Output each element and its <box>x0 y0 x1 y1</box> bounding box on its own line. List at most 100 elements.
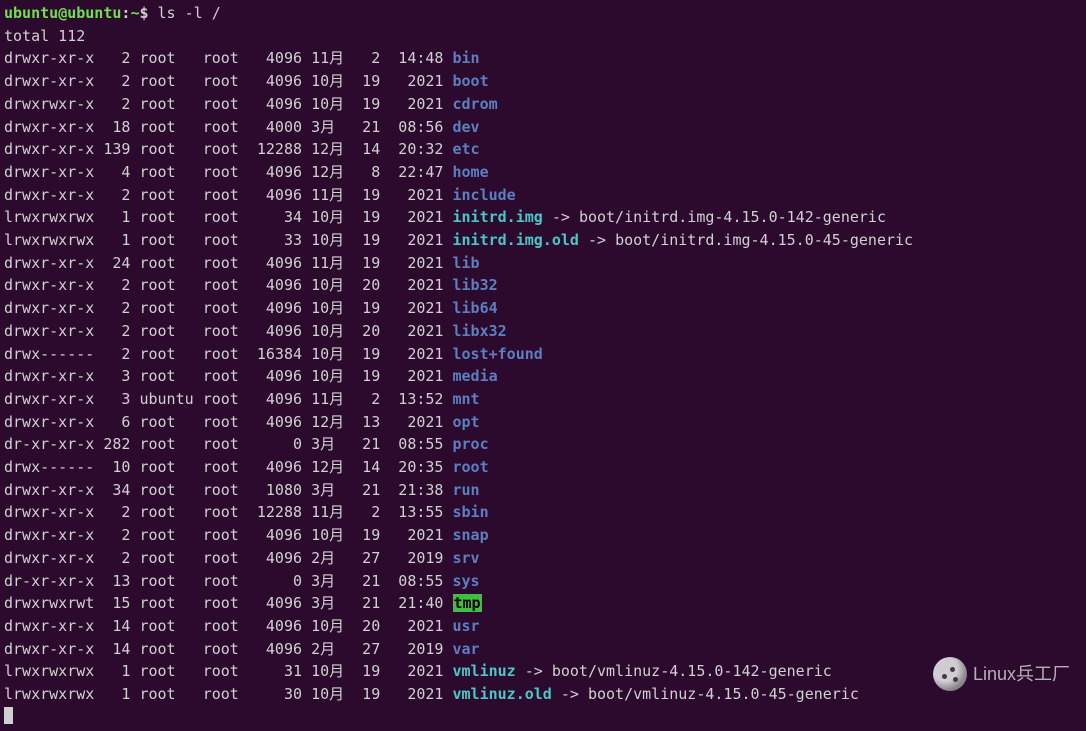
link-count: 2 <box>94 503 130 521</box>
dir-name: boot <box>453 72 489 90</box>
dir-name: lib32 <box>453 276 498 294</box>
permissions: lrwxrwxrwx <box>4 208 94 226</box>
time-or-year: 08:56 <box>389 118 443 136</box>
permissions: drwxr-xr-x <box>4 481 94 499</box>
link-count: 2 <box>94 186 130 204</box>
listing-row: lrwxrwxrwx 1 root root 31 10月 19 2021 vm… <box>4 660 1082 683</box>
group: root <box>203 640 248 658</box>
month: 2月 <box>311 549 353 567</box>
link-count: 2 <box>94 322 130 340</box>
link-count: 2 <box>94 549 130 567</box>
permissions: lrwxrwxrwx <box>4 662 94 680</box>
time-or-year: 13:55 <box>389 503 443 521</box>
sticky-dir-name: tmp <box>453 594 482 612</box>
day: 27 <box>353 640 380 658</box>
size: 4096 <box>248 186 302 204</box>
permissions: drwxr-xr-x <box>4 322 94 340</box>
day: 2 <box>353 49 380 67</box>
month: 3月 <box>311 594 353 612</box>
size: 4096 <box>248 299 302 317</box>
owner: root <box>139 299 202 317</box>
size: 4096 <box>248 617 302 635</box>
day: 21 <box>353 481 380 499</box>
owner: root <box>139 72 202 90</box>
day: 19 <box>353 662 380 680</box>
dir-name: media <box>453 367 498 385</box>
dir-name: home <box>453 163 489 181</box>
month: 10月 <box>311 662 353 680</box>
permissions: dr-xr-xr-x <box>4 572 94 590</box>
group: root <box>203 549 248 567</box>
time-or-year: 2021 <box>389 208 443 226</box>
dir-name: libx32 <box>453 322 507 340</box>
permissions: drwxrwxrwt <box>4 594 94 612</box>
time-or-year: 2021 <box>389 254 443 272</box>
day: 21 <box>353 435 380 453</box>
day: 20 <box>353 322 380 340</box>
size: 4000 <box>248 118 302 136</box>
owner: root <box>139 118 202 136</box>
group: root <box>203 413 248 431</box>
terminal-output[interactable]: ubuntu@ubuntu:~$ ls -l / total 112 drwxr… <box>0 0 1086 731</box>
size: 4096 <box>248 276 302 294</box>
permissions: drwxr-xr-x <box>4 72 94 90</box>
listing-row: drwxr-xr-x 2 root root 12288 11月 2 13:55… <box>4 501 1082 524</box>
listing-row: drwxr-xr-x 139 root root 12288 12月 14 20… <box>4 138 1082 161</box>
permissions: drwxrwxr-x <box>4 95 94 113</box>
group: root <box>203 140 248 158</box>
cursor <box>4 707 13 724</box>
dir-name: lib <box>453 254 480 272</box>
dir-name: lost+found <box>453 345 543 363</box>
month: 12月 <box>311 163 353 181</box>
link-count: 2 <box>94 526 130 544</box>
time-or-year: 14:48 <box>389 49 443 67</box>
link-count: 2 <box>94 49 130 67</box>
month: 3月 <box>311 118 353 136</box>
group: root <box>203 72 248 90</box>
time-or-year: 2021 <box>389 345 443 363</box>
time-or-year: 20:32 <box>389 140 443 158</box>
link-count: 13 <box>94 572 130 590</box>
group: root <box>203 322 248 340</box>
owner: root <box>139 526 202 544</box>
time-or-year: 2021 <box>389 72 443 90</box>
group: root <box>203 231 248 249</box>
permissions: lrwxrwxrwx <box>4 685 94 703</box>
permissions: drwxr-xr-x <box>4 299 94 317</box>
owner: root <box>139 481 202 499</box>
link-count: 3 <box>94 390 130 408</box>
day: 19 <box>353 95 380 113</box>
link-count: 14 <box>94 640 130 658</box>
prompt-user: ubuntu <box>4 4 58 22</box>
permissions: drwxr-xr-x <box>4 163 94 181</box>
listing-row: drwxr-xr-x 14 root root 4096 10月 20 2021… <box>4 615 1082 638</box>
link-count: 34 <box>94 481 130 499</box>
time-or-year: 22:47 <box>389 163 443 181</box>
dir-name: etc <box>453 140 480 158</box>
listing-row: lrwxrwxrwx 1 root root 33 10月 19 2021 in… <box>4 229 1082 252</box>
time-or-year: 2021 <box>389 186 443 204</box>
dir-name: dev <box>453 118 480 136</box>
month: 12月 <box>311 413 353 431</box>
group: root <box>203 208 248 226</box>
dir-name: sbin <box>453 503 489 521</box>
month: 10月 <box>311 367 353 385</box>
day: 19 <box>353 299 380 317</box>
time-or-year: 2019 <box>389 640 443 658</box>
owner: root <box>139 617 202 635</box>
time-or-year: 2021 <box>389 299 443 317</box>
symlink-name: vmlinuz.old <box>453 685 552 703</box>
size: 4096 <box>248 458 302 476</box>
listing-row: drwxr-xr-x 2 root root 4096 10月 20 2021 … <box>4 320 1082 343</box>
time-or-year: 2021 <box>389 617 443 635</box>
dir-name: opt <box>453 413 480 431</box>
symlink-name: initrd.img <box>453 208 543 226</box>
listing-row: drwx------ 10 root root 4096 12月 14 20:3… <box>4 456 1082 479</box>
day: 19 <box>353 208 380 226</box>
permissions: drwxr-xr-x <box>4 526 94 544</box>
listing-row: drwxr-xr-x 6 root root 4096 12月 13 2021 … <box>4 411 1082 434</box>
month: 2月 <box>311 640 353 658</box>
permissions: drwxr-xr-x <box>4 413 94 431</box>
size: 4096 <box>248 72 302 90</box>
owner: root <box>139 231 202 249</box>
